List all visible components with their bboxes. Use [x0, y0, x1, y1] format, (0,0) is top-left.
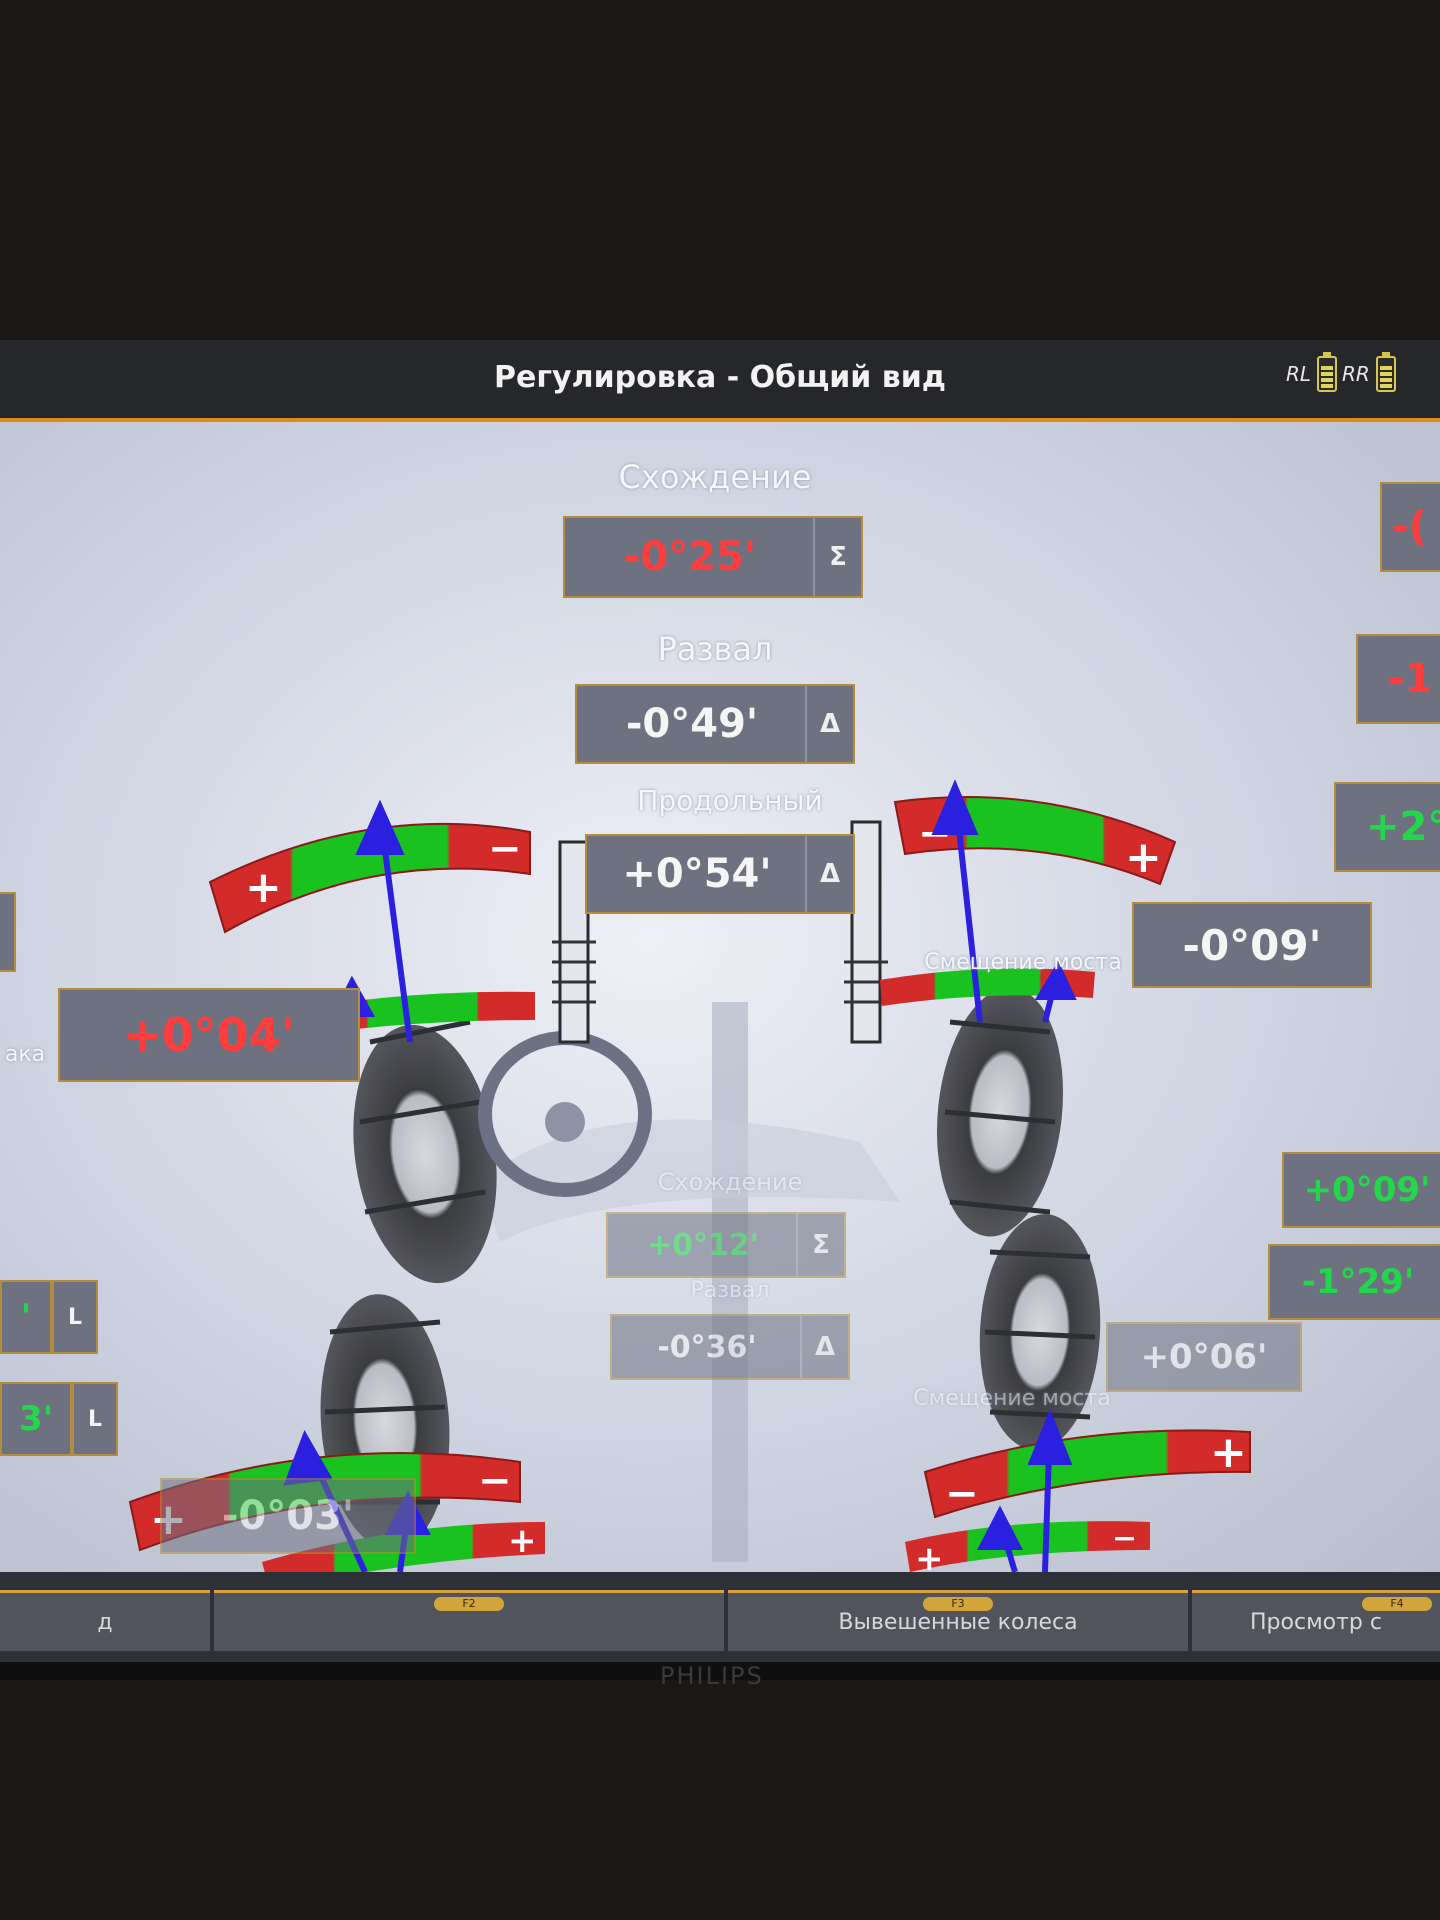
rear-left-row2-marker: L	[87, 1406, 103, 1432]
front-right-camber-box[interactable]: -1	[1356, 634, 1440, 724]
front-toe-label: Схождение	[618, 458, 812, 496]
rear-left-row1-marker: L	[67, 1304, 83, 1330]
rear-toe-value-box[interactable]: +0°12' Σ	[606, 1212, 846, 1278]
alignment-view: + − − + +	[0, 422, 1440, 1572]
delta-icon: Δ	[805, 836, 853, 912]
monitor-screen: Регулировка - Общий вид RL RR + − + − + …	[0, 340, 1440, 1690]
front-caster-value-box[interactable]: +0°54' Δ	[585, 834, 855, 914]
front-right-toe-value: -(	[1392, 504, 1427, 550]
rear-left-thrust-value: -0°03'	[221, 1493, 355, 1539]
front-toe-value: -0°25'	[623, 534, 757, 580]
monitor-brand-logo: PHILIPS	[660, 1662, 764, 1690]
page-title: Регулировка - Общий вид	[494, 360, 946, 395]
front-right-camber-value: -1	[1388, 656, 1433, 702]
svg-text:+: +	[245, 862, 282, 913]
battery-rr: RR	[1342, 352, 1396, 394]
tab-f2[interactable]: F2	[214, 1590, 724, 1651]
front-camber-value: -0°49'	[625, 701, 759, 747]
sigma-icon: Σ	[796, 1214, 844, 1276]
front-camber-label: Развал	[657, 630, 773, 668]
rear-toe-label: Схождение	[657, 1168, 803, 1196]
svg-text:+: +	[508, 1521, 537, 1561]
battery-icon	[1317, 352, 1338, 392]
svg-text:+: +	[1125, 832, 1162, 883]
rear-right-toe-value: +0°09'	[1303, 1170, 1431, 1210]
rear-left-row2-value: 3'	[18, 1399, 54, 1439]
svg-text:−: −	[283, 1560, 308, 1572]
tab-f4-label: Просмотр с	[1250, 1609, 1382, 1635]
front-toe-value-box[interactable]: -0°25' Σ	[563, 516, 863, 598]
rear-camber-label: Развал	[690, 1278, 770, 1303]
front-right-wheel	[936, 987, 1064, 1237]
rear-right-camber-box[interactable]: -1°29'	[1268, 1244, 1440, 1320]
rear-camber-value-box[interactable]: -0°36' Δ	[610, 1314, 850, 1380]
svg-text:−: −	[945, 1471, 979, 1517]
front-right-caster-box[interactable]: +2°	[1334, 782, 1440, 872]
front-camber-value-box[interactable]: -0°49' Δ	[575, 684, 855, 764]
tab-f4[interactable]: F4 Просмотр с	[1192, 1590, 1440, 1651]
rear-setback-value: +0°06'	[1140, 1337, 1268, 1377]
title-bar: Регулировка - Общий вид RL RR	[0, 340, 1440, 422]
delta-icon: Δ	[805, 686, 853, 762]
tab-f1-label: д	[97, 1609, 113, 1635]
front-right-toe-box[interactable]: -(	[1380, 482, 1440, 572]
rear-left-row2-marker-box: L	[72, 1382, 118, 1456]
rear-right-toe-gauge: − +	[923, 1427, 1251, 1519]
svg-text:−: −	[1112, 1521, 1137, 1556]
rear-left-row1-value: '	[20, 1297, 32, 1337]
rear-setback-value-box[interactable]: +0°06'	[1106, 1322, 1302, 1392]
front-caster-label: Продольный	[637, 784, 823, 817]
front-setback-label: Смещение моста	[924, 950, 1122, 975]
rear-right-toe-box[interactable]: +0°09'	[1282, 1152, 1440, 1228]
tab-f1[interactable]: д	[0, 1590, 210, 1651]
battery-icon	[1375, 352, 1396, 392]
front-setback-value-box[interactable]: -0°09'	[1132, 902, 1372, 988]
tab-f3-key: F3	[923, 1597, 993, 1611]
rear-right-camber-value: -1°29'	[1301, 1262, 1415, 1302]
rear-left-row1-box[interactable]: '	[0, 1280, 52, 1354]
rear-left-thrust-box[interactable]: -0°03'	[160, 1478, 416, 1554]
sigma-icon: Σ	[813, 518, 861, 596]
rear-right-camber-gauge: + −	[905, 1521, 1150, 1572]
svg-text:+: +	[915, 1539, 944, 1572]
rear-toe-value: +0°12'	[647, 1227, 759, 1263]
front-left-edge-box	[0, 892, 16, 972]
rear-setback-label: Смещение моста	[913, 1386, 1111, 1411]
left-partial-label: ака	[4, 1042, 46, 1067]
front-left-wheel	[353, 1019, 497, 1284]
tab-f3[interactable]: F3 Вывешенные колеса	[728, 1590, 1188, 1651]
delta-icon: Δ	[800, 1316, 848, 1378]
battery-rl: RL	[1286, 352, 1338, 394]
battery-rl-label: RL	[1286, 362, 1312, 386]
tab-f2-key: F2	[434, 1597, 504, 1611]
rear-left-row1-marker-box: L	[52, 1280, 98, 1354]
rear-camber-value: -0°36'	[657, 1329, 757, 1365]
tab-f3-label: Вывешенные колеса	[838, 1609, 1078, 1635]
svg-text:+: +	[1210, 1427, 1247, 1478]
tab-f4-key: F4	[1362, 1597, 1432, 1611]
function-tab-bar: д F2 F3 Вывешенные колеса F4 Просмотр с	[0, 1572, 1440, 1662]
rear-right-wheel	[979, 1214, 1101, 1450]
front-setback-value: -0°09'	[1182, 920, 1322, 970]
svg-text:−: −	[488, 826, 522, 872]
front-left-value-box[interactable]: +0°04'	[58, 988, 360, 1082]
front-left-value: +0°04'	[123, 1008, 295, 1062]
front-right-toe-gauge: − +	[893, 796, 1177, 886]
battery-rr-label: RR	[1342, 362, 1370, 386]
svg-text:−: −	[478, 1458, 512, 1504]
rear-left-row2-box[interactable]: 3'	[0, 1382, 72, 1456]
front-caster-value: +0°54'	[622, 851, 772, 897]
front-right-caster-value: +2°	[1366, 804, 1440, 850]
